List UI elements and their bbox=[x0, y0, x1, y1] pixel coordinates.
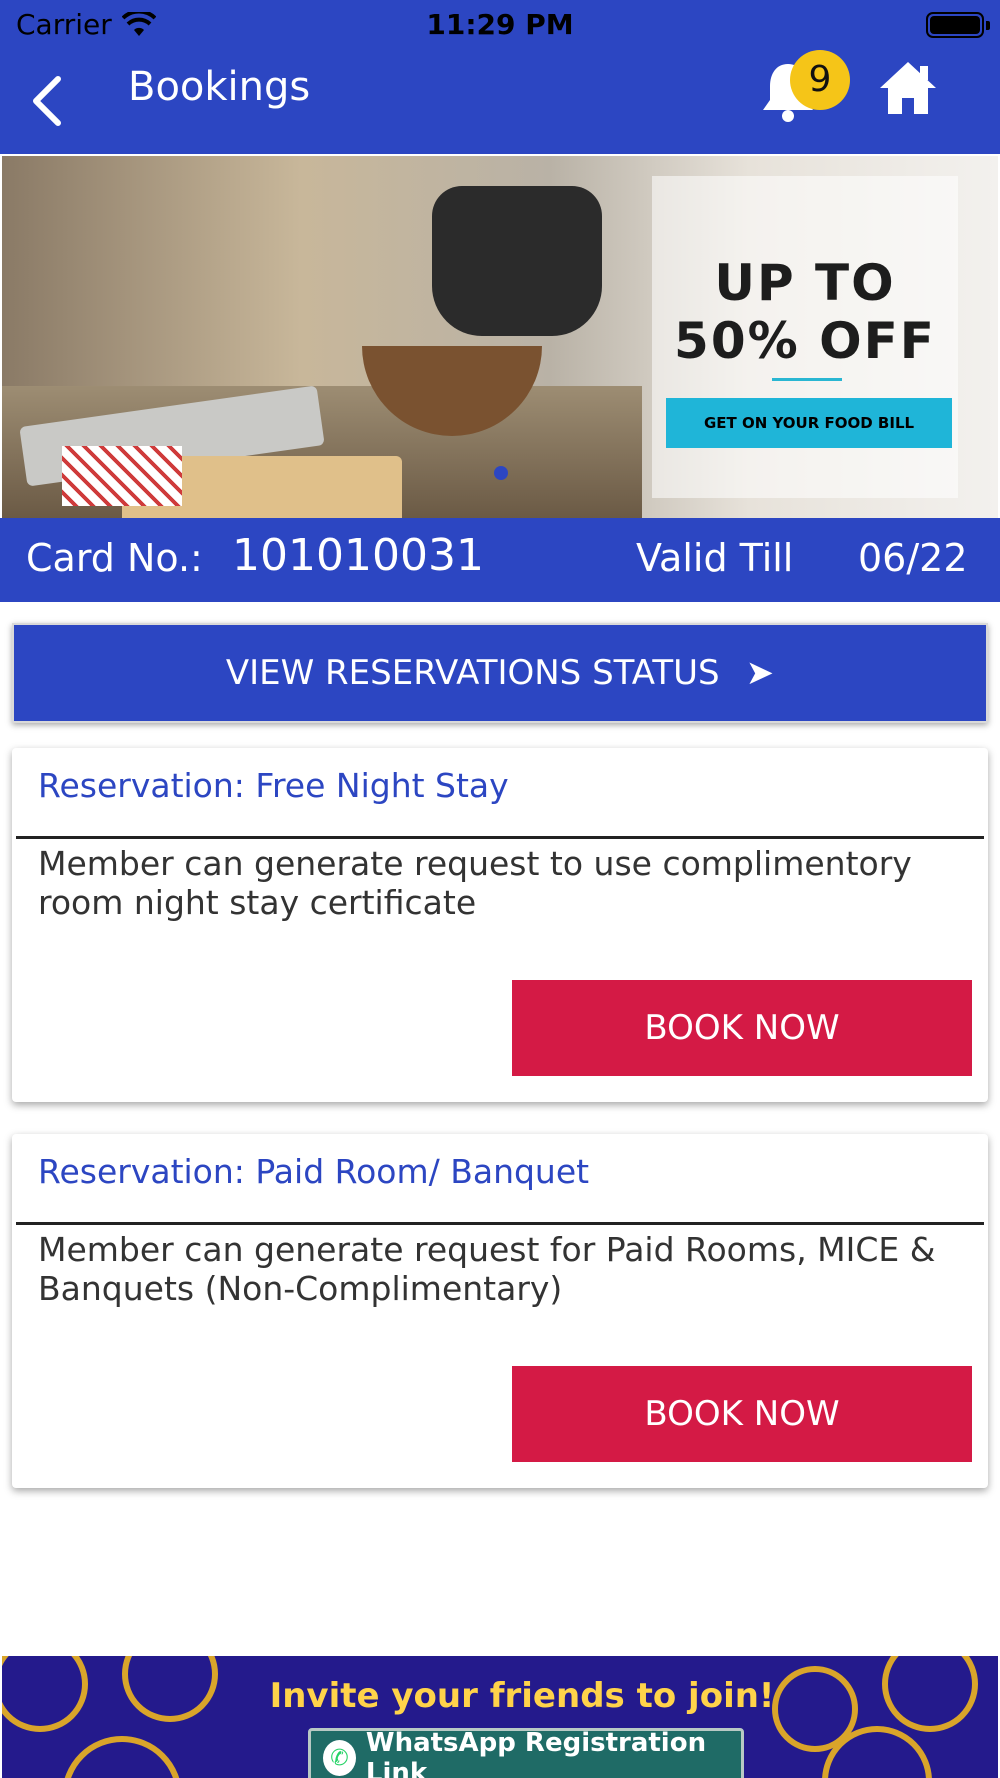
view-reservations-label: VIEW RESERVATIONS STATUS bbox=[225, 653, 720, 693]
home-icon bbox=[880, 62, 936, 114]
napkin-image bbox=[62, 446, 182, 506]
app-header: Carrier 11:29 PM Bookings 9 bbox=[0, 0, 1000, 154]
soup-pot-image bbox=[432, 186, 602, 336]
card-number-label: Card No.: bbox=[26, 536, 203, 580]
reservation-description: Member can generate request to use compl… bbox=[38, 844, 912, 922]
navigation-bar: Bookings 9 bbox=[0, 50, 1000, 154]
invite-friends-banner[interactable]: Invite your friends to join! ✆ WhatsApp … bbox=[2, 1656, 998, 1778]
champagne-icon bbox=[2, 1656, 88, 1732]
arrow-right-icon: ➤ bbox=[745, 653, 775, 693]
reservation-description: Member can generate request for Paid Roo… bbox=[38, 1230, 936, 1308]
book-now-button-paid-room-banquet[interactable]: BOOK NOW bbox=[512, 1366, 972, 1462]
divider bbox=[16, 1222, 984, 1225]
notification-count-badge: 9 bbox=[790, 50, 850, 110]
reservation-title: Reservation: Paid Room/ Banquet bbox=[38, 1152, 590, 1191]
status-bar: Carrier 11:29 PM bbox=[0, 0, 1000, 50]
page-title: Bookings bbox=[128, 64, 311, 110]
back-button[interactable] bbox=[24, 70, 70, 132]
invite-headline: Invite your friends to join! bbox=[269, 1676, 775, 1716]
reservation-card-paid-room-banquet: Reservation: Paid Room/ Banquet Member c… bbox=[12, 1134, 988, 1488]
bookings-screen: Carrier 11:29 PM Bookings 9 UP TO 50% OF… bbox=[0, 0, 1000, 1778]
promo-headline-1: UP TO bbox=[714, 254, 896, 312]
view-reservations-status-button[interactable]: VIEW RESERVATIONS STATUS ➤ bbox=[12, 623, 988, 723]
promo-divider bbox=[772, 378, 842, 381]
promo-banner[interactable]: UP TO 50% OFF GET ON YOUR FOOD BILL bbox=[2, 156, 998, 518]
battery-tip bbox=[986, 21, 990, 30]
gift-icon bbox=[882, 1656, 978, 1732]
valid-till-label: Valid Till bbox=[636, 536, 794, 580]
membership-card-bar: Card No.: 101010031 Valid Till 06/22 bbox=[0, 518, 1000, 602]
card-number-value: 101010031 bbox=[232, 530, 484, 581]
promo-headline-2: 50% OFF bbox=[674, 312, 936, 370]
chevron-left-icon bbox=[33, 76, 61, 126]
hotel-icon bbox=[62, 1736, 182, 1778]
reservation-card-free-night-stay: Reservation: Free Night Stay Member can … bbox=[12, 748, 988, 1102]
status-time: 11:29 PM bbox=[426, 8, 574, 41]
divider bbox=[16, 836, 984, 839]
carousel-page-indicator[interactable] bbox=[494, 466, 508, 480]
battery-icon bbox=[926, 12, 984, 38]
reservation-title: Reservation: Free Night Stay bbox=[38, 766, 509, 805]
whatsapp-registration-link[interactable]: ✆ WhatsApp Registration Link bbox=[308, 1728, 744, 1778]
valid-till-value: 06/22 bbox=[858, 536, 968, 580]
promo-tag: GET ON YOUR FOOD BILL bbox=[666, 398, 952, 448]
whatsapp-link-label: WhatsApp Registration Link bbox=[365, 1728, 707, 1778]
home-button[interactable] bbox=[878, 58, 944, 124]
book-now-button-free-night-stay[interactable]: BOOK NOW bbox=[512, 980, 972, 1076]
whatsapp-icon: ✆ bbox=[323, 1740, 356, 1776]
